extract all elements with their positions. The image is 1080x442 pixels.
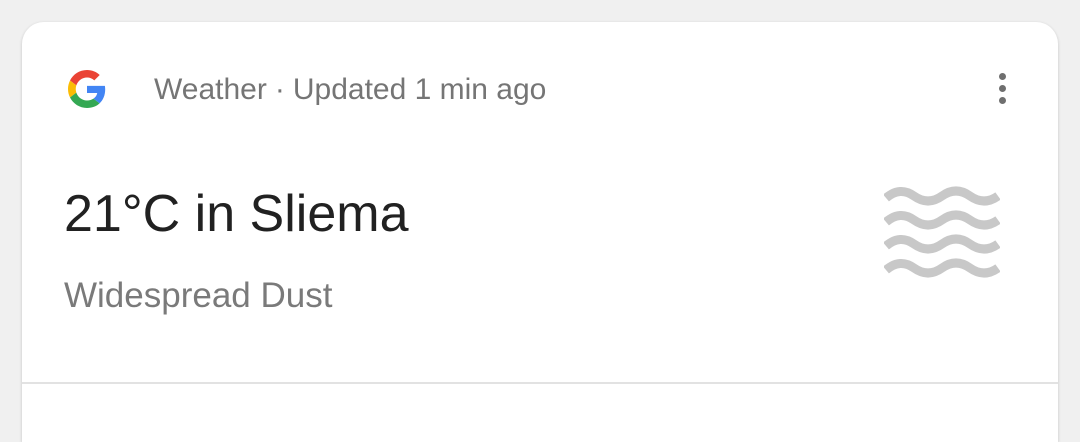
header-separator: ·: [274, 73, 285, 106]
weather-condition: Widespread Dust: [64, 276, 333, 315]
card-header: Weather · Updated 1 min ago: [22, 22, 1058, 158]
dust-haze-icon: [884, 186, 1000, 278]
updated-text: Updated 1 min ago: [292, 73, 547, 106]
more-vert-icon: [998, 72, 1006, 104]
source-label: Weather: [154, 73, 267, 106]
more-options-button[interactable]: [984, 66, 1020, 110]
google-g-icon: [68, 70, 106, 108]
weather-headline: 21°C in Sliema: [64, 185, 409, 243]
weather-card[interactable]: Weather · Updated 1 min ago 21°C in Sliema…: [22, 22, 1058, 442]
card-divider: [22, 382, 1058, 384]
card-source-line: Weather · Updated 1 min ago: [154, 70, 546, 110]
